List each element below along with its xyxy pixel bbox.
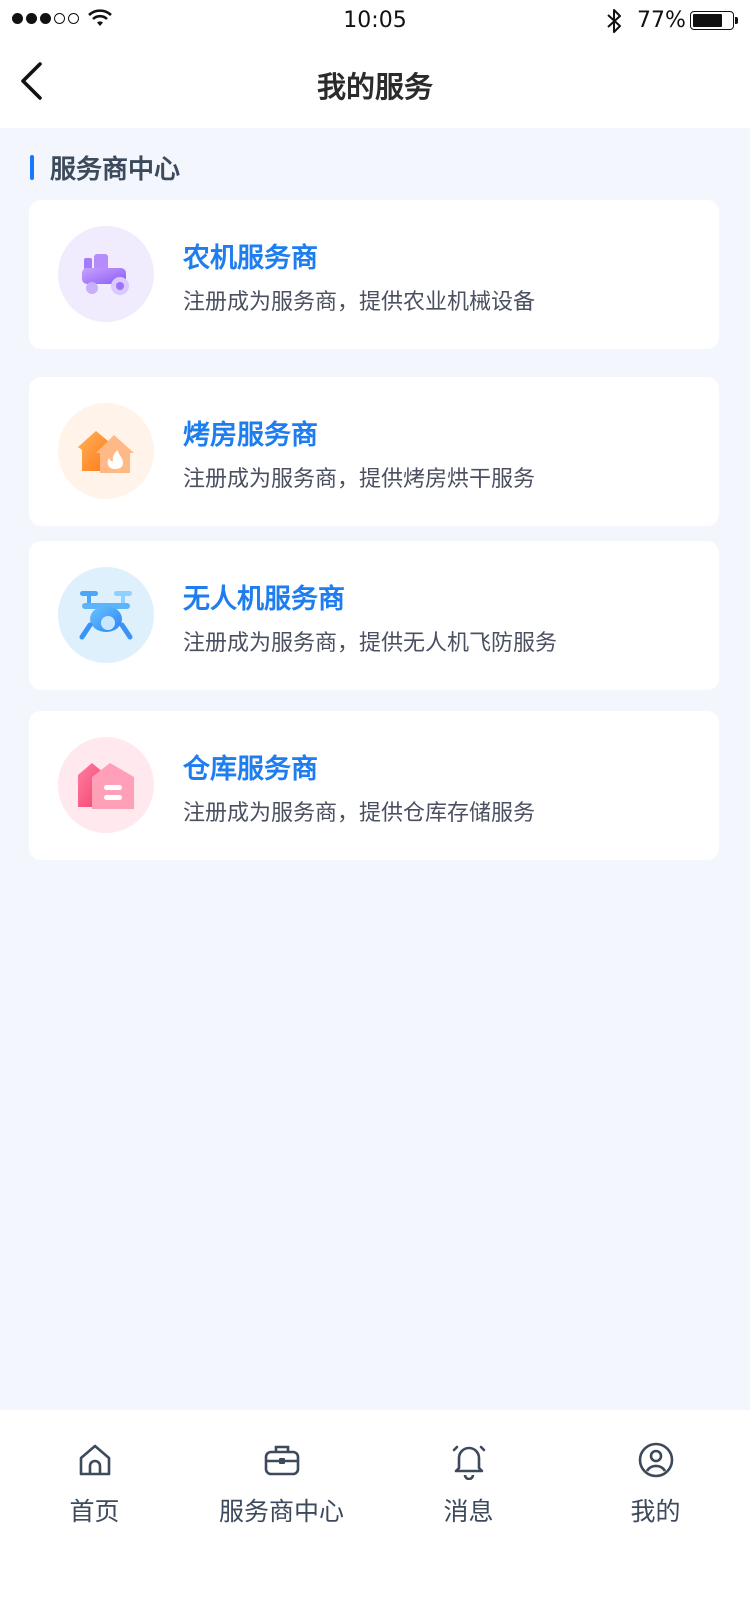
service-card-drone[interactable]: 无人机服务商 注册成为服务商，提供无人机飞防服务 — [29, 541, 719, 690]
icon-badge — [58, 737, 154, 833]
status-bar: 10:05 77% — [0, 0, 750, 42]
tab-messages[interactable]: 消息 — [375, 1440, 562, 1540]
tab-home[interactable]: 首页 — [1, 1440, 188, 1540]
tab-mine[interactable]: 我的 — [562, 1440, 749, 1540]
fire-house-icon — [78, 431, 134, 473]
briefcase-icon — [264, 1445, 299, 1476]
service-card-curing-barn[interactable]: 烤房服务商 注册成为服务商，提供烤房烘干服务 — [29, 377, 719, 526]
section-title: 服务商中心 — [50, 154, 181, 185]
tab-label: 服务商中心 — [218, 1497, 344, 1526]
service-title: 农机服务商 — [183, 243, 318, 274]
service-description: 注册成为服务商，提供农业机械设备 — [183, 290, 536, 315]
service-description: 注册成为服务商，提供烤房烘干服务 — [183, 467, 536, 492]
bluetooth-icon — [607, 9, 621, 33]
battery-percent: 77% — [637, 8, 686, 33]
tab-label: 首页 — [69, 1497, 120, 1526]
service-title: 仓库服务商 — [183, 754, 318, 785]
section-header: 服务商中心 — [30, 150, 181, 185]
home-icon — [79, 1444, 110, 1476]
battery-icon — [690, 11, 738, 30]
section-accent-bar — [30, 154, 34, 180]
icon-badge — [58, 567, 154, 663]
service-title: 烤房服务商 — [183, 420, 318, 451]
bell-icon — [452, 1445, 485, 1480]
tab-service-center[interactable]: 服务商中心 — [188, 1440, 375, 1540]
service-description: 注册成为服务商，提供仓库存储服务 — [183, 801, 536, 826]
tractor-icon — [82, 254, 129, 295]
service-card-agri-machinery[interactable]: 农机服务商 注册成为服务商，提供农业机械设备 — [29, 200, 719, 349]
drone-icon — [79, 591, 133, 640]
service-card-warehouse[interactable]: 仓库服务商 注册成为服务商，提供仓库存储服务 — [29, 711, 719, 860]
icon-badge — [58, 403, 154, 499]
battery-fill — [693, 14, 723, 27]
nav-bar: 我的服务 — [0, 42, 750, 128]
user-circle-icon — [638, 1442, 673, 1478]
service-description: 注册成为服务商，提供无人机飞防服务 — [183, 631, 558, 656]
service-title: 无人机服务商 — [183, 584, 345, 615]
tab-label: 消息 — [443, 1497, 494, 1526]
tab-label: 我的 — [630, 1497, 681, 1526]
warehouse-icon — [78, 763, 134, 809]
icon-badge — [58, 226, 154, 322]
page-title: 我的服务 — [316, 70, 433, 104]
tab-bar: 首页 服务商中心 消息 我的 — [0, 1410, 750, 1600]
